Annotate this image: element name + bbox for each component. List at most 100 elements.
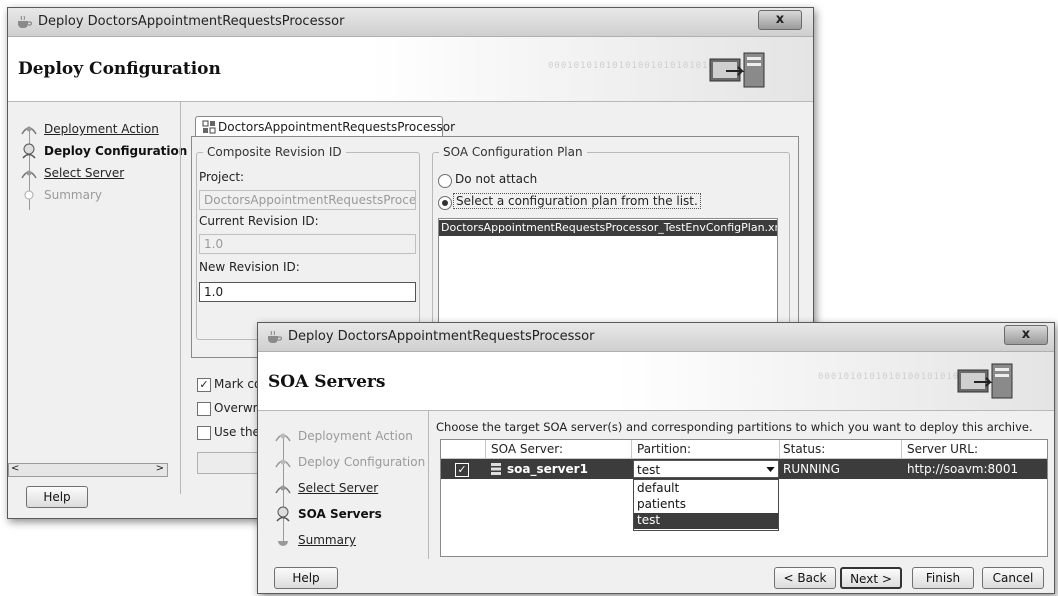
instruction-text: Choose the target SOA server(s) and corr… [436,420,1033,434]
step-future-icon [24,190,34,200]
deployment-logo-icon [709,52,765,88]
step-current-icon [276,506,290,522]
server-icon [491,463,501,475]
plan-list[interactable]: DoctorsAppointmentRequestsProcessor_Test… [438,218,778,338]
step-future-icon [278,541,288,546]
do-not-attach-radio[interactable] [438,174,452,188]
close-button[interactable]: x [758,10,802,30]
step-current-icon [22,143,36,159]
title-bar[interactable]: Deploy DoctorsAppointmentRequestsProcess… [258,323,1054,352]
help-label: Help [292,571,320,585]
help-button[interactable]: Help [26,486,88,508]
new-revision-field[interactable]: 1.0 [199,282,416,302]
composite-icon [202,120,216,134]
next-label: Next > [850,572,892,586]
window-title: Deploy DoctorsAppointmentRequestsProcess… [288,329,595,344]
server-url: http://soavm:8001 [907,462,1019,476]
step-label: Summary [44,188,102,202]
col-server-url[interactable]: Server URL: [907,442,978,456]
chevron-down-icon [766,467,775,472]
tab-label: DoctorsAppointmentRequestsProcessor [218,120,456,134]
server-status: RUNNING [783,462,840,476]
wizard-header: SOA Servers 0001010101010100101010101010 [258,352,1054,411]
tab-project[interactable]: DoctorsAppointmentRequestsProcessor [195,116,455,137]
window-title: Deploy DoctorsAppointmentRequestsProcess… [38,14,345,29]
partition-option-default[interactable]: default [634,481,778,497]
finish-button[interactable]: Finish [912,567,974,589]
server-name: soa_server1 [507,462,588,476]
use-the-checkbox[interactable] [197,426,211,440]
partition-dropdown-list[interactable]: default patients test [633,479,779,531]
new-revision-label: New Revision ID: [199,260,300,274]
page-title: Deploy Configuration [18,59,221,79]
nav-divider [180,102,181,494]
col-partition[interactable]: Partition: [637,442,691,456]
table-row[interactable]: ✓ soa_server1 test RUNNING http://soavm:… [441,459,1047,479]
option-label: Use the [214,425,260,439]
partition-option-patients[interactable]: patients [634,497,778,513]
page-title: SOA Servers [268,372,386,392]
help-label: Help [43,490,71,504]
select-plan-label: Select a configuration plan from the lis… [453,193,701,209]
col-status[interactable]: Status: [783,442,825,456]
column-separator [901,440,902,458]
server-table: SOA Server: Partition: Status: Server UR… [440,439,1048,557]
partition-select[interactable]: test [633,460,779,478]
row-checkbox[interactable]: ✓ [455,463,469,477]
do-not-attach-label: Do not attach [455,172,538,186]
header-binary-decoration: 0001010101010100101010101010 [548,61,728,71]
oracle-cup-icon [268,330,282,343]
back-button[interactable]: < Back [774,567,836,589]
soa-servers-window: Deploy DoctorsAppointmentRequestsProcess… [257,322,1055,594]
project-field: DoctorsAppointmentRequestsProcessor [199,190,416,210]
select-plan-radio[interactable] [438,196,452,210]
step-link-icon [21,170,37,179]
title-bar[interactable]: Deploy DoctorsAppointmentRequestsProcess… [8,8,813,37]
step-label: Deployment Action [44,122,159,136]
close-icon: x [1021,327,1031,342]
mark-composite-checkbox[interactable]: ✓ [197,378,211,392]
nav-horizontal-scrollbar[interactable]: < > [8,463,168,477]
cancel-label: Cancel [992,571,1034,585]
step-label: Summary [298,533,356,547]
overwrite-checkbox[interactable] [197,402,211,416]
step-label: Select Server [298,481,379,495]
step-done-icon [275,459,291,468]
scroll-right-icon: > [155,463,164,474]
finish-label: Finish [925,571,961,585]
col-soa-server[interactable]: SOA Server: [491,442,563,456]
step-done-icon [21,126,37,135]
step-label: Select Server [44,166,125,180]
step-label: Deployment Action [298,429,413,443]
current-revision-field: 1.0 [199,234,416,254]
step-label: SOA Servers [298,507,382,521]
close-icon: x [775,12,785,27]
next-button[interactable]: Next > [840,567,902,589]
deployment-logo-icon [957,363,1013,399]
plan-list-item[interactable]: DoctorsAppointmentRequestsProcessor_Test… [439,220,777,236]
wizard-step-list: Deployment Action Deploy Configuration S… [16,120,187,240]
group-legend: SOA Configuration Plan [439,145,587,159]
option-label: Overwri [214,401,261,415]
partition-option-test[interactable]: test [634,513,778,529]
column-separator [631,440,632,458]
wizard-step-list: Deployment Action Deploy Configuration S… [270,427,430,557]
scroll-left-icon: < [11,463,20,474]
table-header: SOA Server: Partition: Status: Server UR… [441,440,1047,459]
wizard-header: Deploy Configuration 0001010101010100101… [8,37,813,102]
step-label: Deploy Configuration [298,455,426,469]
partition-selected-value: test [637,463,661,477]
step-done-icon [275,433,291,442]
help-button[interactable]: Help [274,567,338,589]
project-label: Project: [199,170,245,184]
close-button[interactable]: x [1004,325,1048,345]
current-revision-label: Current Revision ID: [199,214,319,228]
column-separator [485,440,486,458]
step-label: Deploy Configuration [44,144,188,158]
step-link-icon [275,485,291,494]
oracle-cup-icon [18,15,32,28]
cancel-button[interactable]: Cancel [982,567,1044,589]
column-separator [779,440,780,458]
nav-divider [428,411,429,559]
group-legend: Composite Revision ID [203,145,346,159]
